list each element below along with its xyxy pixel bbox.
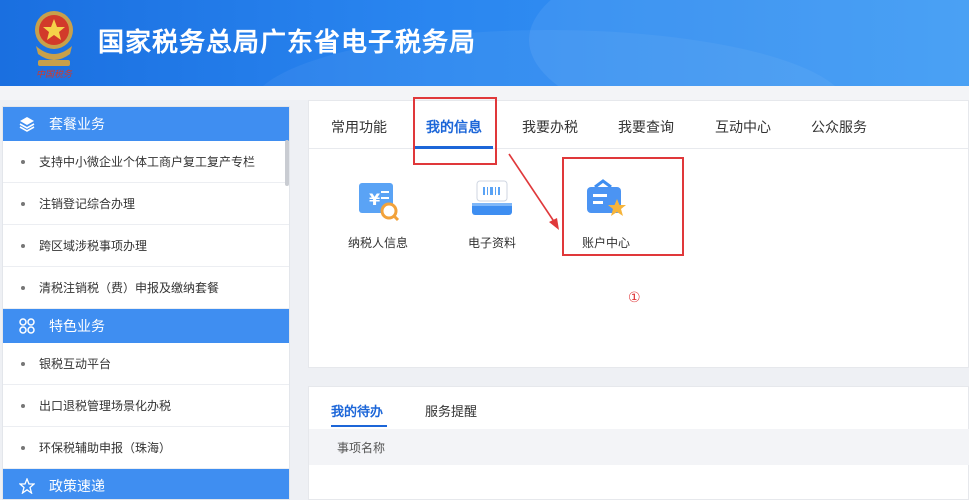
sidebar-item[interactable]: 清税注销税（费）申报及缴纳套餐 — [3, 267, 289, 309]
tab-tax-handling[interactable]: 我要办税 — [522, 117, 578, 137]
sidebar-section-featured[interactable]: 特色业务 — [3, 309, 289, 343]
bullet-icon — [21, 361, 25, 366]
arrow-icon — [508, 153, 559, 230]
sidebar-item-label: 环保税辅助申报（珠海） — [39, 441, 172, 455]
main-tabs: 常用功能 我的信息 我要办税 我要查询 互动中心 公众服务 — [309, 101, 968, 149]
bullet-icon — [21, 445, 25, 450]
tab-common-functions[interactable]: 常用功能 — [331, 117, 387, 137]
svg-text:¥: ¥ — [369, 190, 380, 209]
table-header: 事项名称 — [309, 429, 969, 465]
sidebar-item-label: 支持中小微企业个体工商户复工复产专栏 — [39, 155, 256, 169]
sidebar-item-label: 清税注销税（费）申报及缴纳套餐 — [39, 281, 220, 295]
active-tab-indicator — [331, 425, 387, 427]
grid-icon — [17, 316, 37, 336]
bullet-icon — [21, 285, 25, 290]
highlight-box-account-center — [562, 157, 684, 256]
tax-emblem-icon: 中国税务 — [35, 11, 73, 80]
layers-icon — [17, 114, 37, 134]
sidebar-item-label: 注销登记综合办理 — [39, 197, 136, 211]
step-annotation: ① — [628, 290, 641, 306]
bullet-icon — [21, 201, 25, 206]
tab-public-service[interactable]: 公众服务 — [811, 117, 867, 137]
sidebar-section-policy[interactable]: 政策速递 — [3, 469, 289, 499]
sidebar-item[interactable]: 支持中小微企业个体工商户复工复产专栏 — [3, 141, 289, 183]
sidebar-item[interactable]: 环保税辅助申报（珠海） — [3, 427, 289, 469]
app-taxpayer-info[interactable]: ¥ 纳税人信息 — [343, 177, 413, 251]
svg-text:中国税务: 中国税务 — [36, 69, 73, 80]
sidebar-section-label: 政策速递 — [49, 479, 105, 495]
tab-my-todo[interactable]: 我的待办 — [331, 401, 383, 420]
sidebar-item[interactable]: 跨区域涉税事项办理 — [3, 225, 289, 267]
star-icon — [17, 476, 37, 496]
app-label: 纳税人信息 — [347, 236, 408, 250]
bullet-icon — [21, 403, 25, 408]
sidebar-item[interactable]: 出口退税管理场景化办税 — [3, 385, 289, 427]
tab-query[interactable]: 我要查询 — [618, 117, 674, 137]
sidebar-item[interactable]: 注销登记综合办理 — [3, 183, 289, 225]
sidebar-item-label: 出口退税管理场景化办税 — [39, 399, 172, 413]
app-label: 电子资料 — [467, 236, 516, 250]
sidebar-item-label: 跨区域涉税事项办理 — [39, 239, 148, 253]
sidebar-section-label: 特色业务 — [49, 319, 105, 335]
tab-interaction-center[interactable]: 互动中心 — [715, 117, 771, 137]
bullet-icon — [21, 243, 25, 248]
sidebar-section-package[interactable]: 套餐业务 — [3, 107, 289, 141]
highlight-box-tab — [413, 97, 497, 165]
tab-service-reminder[interactable]: 服务提醒 — [425, 401, 477, 420]
column-header-item-name: 事项名称 — [337, 440, 386, 455]
taxpayer-info-icon: ¥ — [359, 183, 400, 222]
todo-panel: 我的待办 服务提醒 事项名称 — [308, 386, 969, 500]
sidebar-item-label: 银税互动平台 — [39, 357, 112, 371]
site-header: 中国税务 国家税务总局广东省电子税务局 — [0, 0, 969, 86]
sidebar: 套餐业务 支持中小微企业个体工商户复工复产专栏 注销登记综合办理 跨区域涉税事项… — [2, 106, 290, 500]
sidebar-section-label: 套餐业务 — [49, 117, 105, 133]
bullet-icon — [21, 159, 25, 164]
sidebar-item[interactable]: 银税互动平台 — [3, 343, 289, 385]
sidebar-scrollbar[interactable] — [285, 140, 289, 186]
site-title: 国家税务总局广东省电子税务局 — [98, 28, 477, 58]
